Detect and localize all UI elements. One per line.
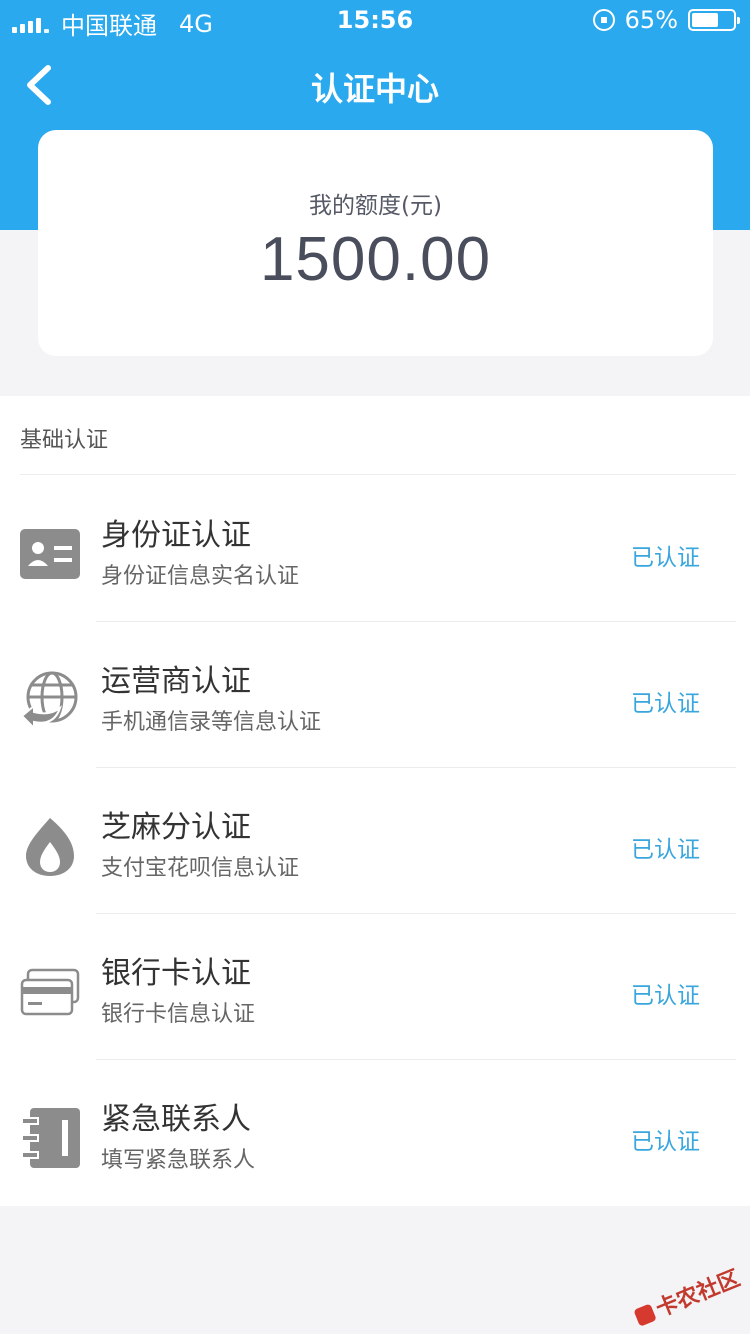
nav-bar: 认证中心 (0, 40, 750, 130)
verify-item-bank-card[interactable]: 银行卡认证 银行卡信息认证 已认证 (0, 914, 750, 1060)
watermark-logo-icon (633, 1303, 657, 1327)
quota-label: 我的额度(元) (309, 193, 442, 219)
rotation-lock-icon (592, 9, 615, 31)
item-subtitle: 填写紧急联系人 (101, 1148, 256, 1173)
battery-percent: 65% (624, 6, 678, 34)
basic-verification-section: 基础认证 身份证认证 身份证信息实名认证 已认证 运营商认证 手机通信录等信息认… (0, 396, 750, 1206)
item-subtitle: 身份证信息实名认证 (101, 564, 300, 589)
item-subtitle: 支付宝花呗信息认证 (101, 856, 300, 881)
sesame-drop-icon (26, 818, 74, 876)
verified-status: 已认证 (631, 545, 700, 571)
divider (20, 474, 736, 475)
item-title: 芝麻分认证 (101, 810, 251, 845)
verified-status: 已认证 (631, 983, 700, 1009)
globe-refresh-icon (20, 671, 78, 730)
section-title: 基础认证 (20, 428, 109, 453)
item-title: 银行卡认证 (101, 956, 251, 991)
watermark: 卡农社区 (630, 1261, 744, 1332)
item-subtitle: 手机通信录等信息认证 (101, 710, 322, 735)
status-bar: 中国联通 4G 15:56 65% (0, 0, 750, 40)
verify-item-id-card[interactable]: 身份证认证 身份证信息实名认证 已认证 (0, 476, 750, 622)
battery-icon (688, 9, 740, 31)
id-card-icon (20, 529, 80, 579)
page-title: 认证中心 (310, 70, 439, 108)
verify-item-carrier[interactable]: 运营商认证 手机通信录等信息认证 已认证 (0, 622, 750, 768)
bank-card-icon (20, 968, 80, 1016)
verified-status: 已认证 (631, 837, 700, 863)
quota-value: 1500.00 (259, 225, 492, 294)
verify-item-emergency-contact[interactable]: 紧急联系人 填写紧急联系人 已认证 (0, 1060, 750, 1206)
item-subtitle: 银行卡信息认证 (101, 1002, 256, 1027)
quota-card: 我的额度(元) 1500.00 (38, 130, 713, 356)
item-title: 紧急联系人 (101, 1102, 251, 1137)
item-title: 身份证认证 (101, 518, 251, 553)
verified-status: 已认证 (631, 1129, 700, 1155)
verify-item-sesame[interactable]: 芝麻分认证 支付宝花呗信息认证 已认证 (0, 768, 750, 914)
verified-status: 已认证 (631, 691, 700, 717)
item-title: 运营商认证 (101, 664, 251, 699)
contact-book-icon (21, 1108, 80, 1168)
